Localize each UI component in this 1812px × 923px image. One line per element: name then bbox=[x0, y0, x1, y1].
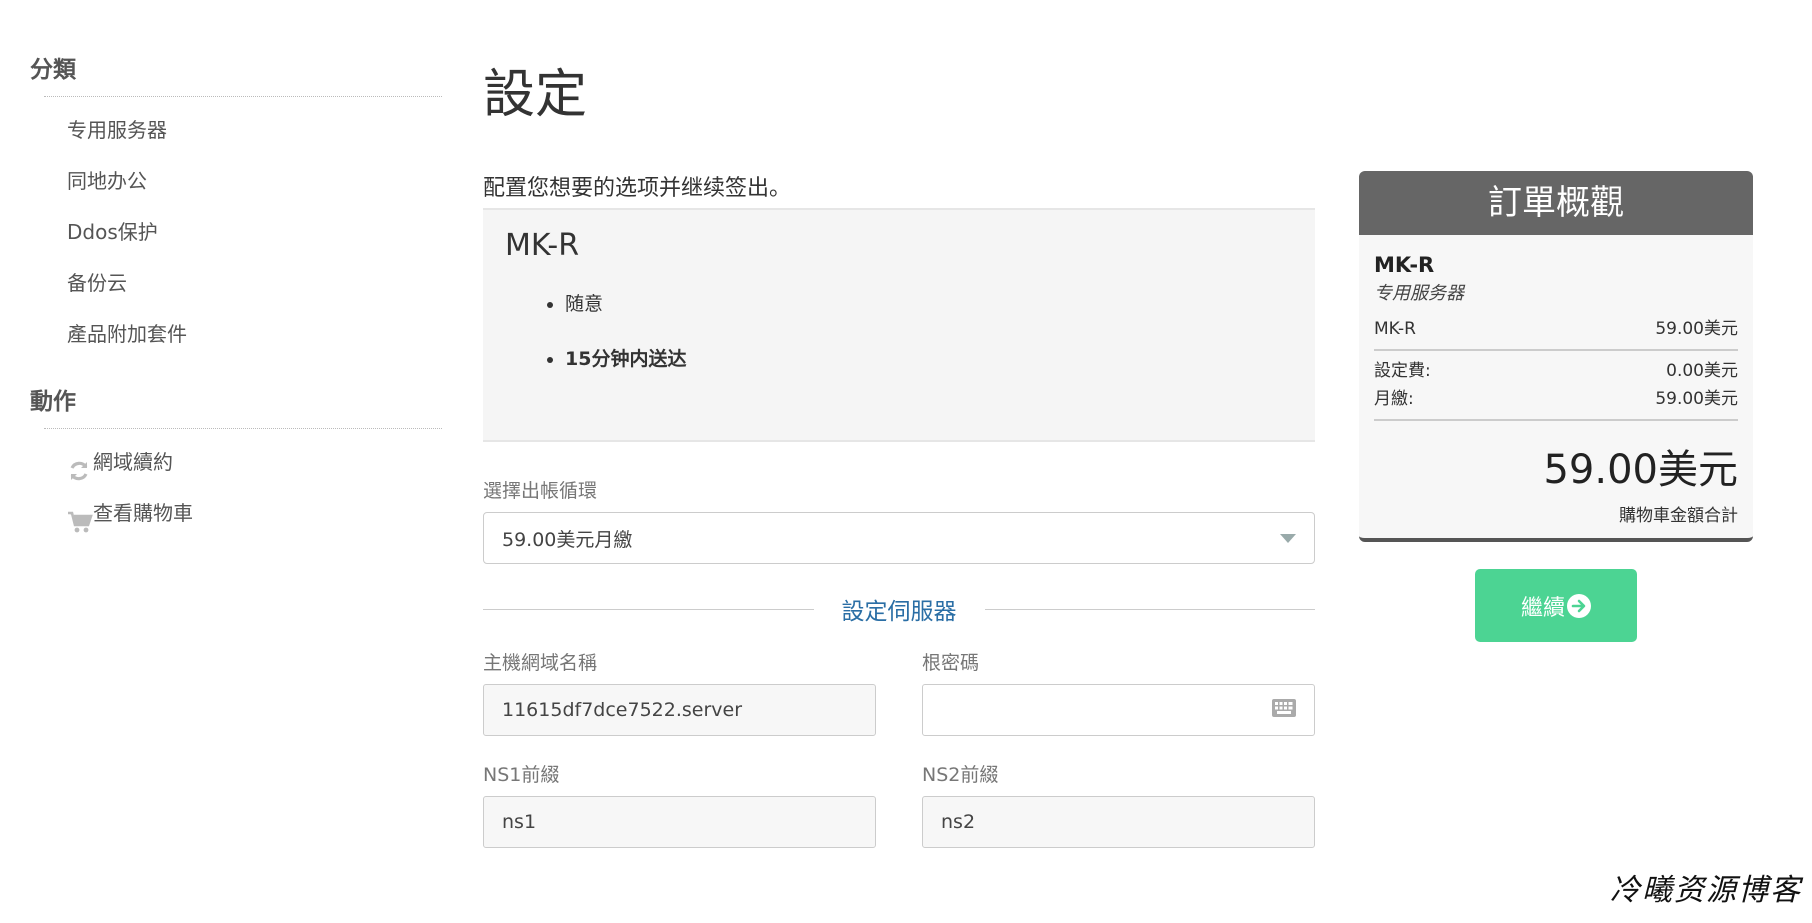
root-password-group: 根密碼 bbox=[922, 648, 1315, 736]
hostname-input[interactable]: 11615df7dce7522.server bbox=[483, 684, 876, 736]
server-config-grid: 主機網域名稱 11615df7dce7522.server 根密碼 NS1前綴 … bbox=[483, 648, 1315, 848]
main-content: 配置您想要的选项并继续签出。 MK-R 随意 15分钟内送达 選擇出帳循環 59… bbox=[483, 170, 1315, 848]
continue-button[interactable]: 繼續 bbox=[1475, 569, 1637, 642]
continue-label: 繼續 bbox=[1520, 595, 1565, 621]
intro-text: 配置您想要的选项并继续签出。 bbox=[483, 176, 792, 201]
sidebar-item-backup-cloud[interactable]: 备份云 bbox=[30, 258, 450, 309]
billing-cycle-select[interactable]: 59.00美元月繳 bbox=[483, 512, 1315, 564]
root-password-input[interactable] bbox=[922, 684, 1315, 736]
summary-monthly: 月繳: 59.00美元 bbox=[1374, 385, 1738, 413]
divider-line bbox=[984, 608, 1315, 610]
root-password-label: 根密碼 bbox=[922, 652, 980, 674]
categories-heading: 分類 bbox=[30, 57, 76, 83]
order-summary-body: MK-R 专用服务器 MK-R 59.00美元 設定費: 0.00美元 月繳: … bbox=[1359, 235, 1753, 538]
divider bbox=[1374, 349, 1738, 351]
chevron-down-icon bbox=[1280, 533, 1296, 543]
product-info-box: MK-R 随意 15分钟内送达 bbox=[483, 208, 1315, 442]
sidebar-item-label: 备份云 bbox=[67, 271, 127, 295]
refresh-icon bbox=[67, 451, 91, 480]
monthly-value: 59.00美元 bbox=[1655, 389, 1738, 409]
product-name: MK-R bbox=[505, 228, 580, 263]
summary-total: 59.00美元 bbox=[1543, 447, 1738, 493]
ns2-value: ns2 bbox=[941, 811, 976, 833]
ns1-input[interactable]: ns1 bbox=[483, 796, 876, 848]
actions-section: 動作 網域續約 查看購物車 bbox=[30, 382, 450, 539]
summary-product-group: 专用服务器 bbox=[1374, 283, 1464, 304]
sidebar-item-colocation[interactable]: 同地办公 bbox=[30, 156, 450, 207]
ns2-group: NS2前綴 ns2 bbox=[922, 760, 1315, 848]
actions-list: 網域續約 查看購物車 bbox=[30, 437, 450, 539]
summary-line-item: MK-R 59.00美元 bbox=[1374, 315, 1738, 343]
sidebar-item-view-cart[interactable]: 查看購物車 bbox=[30, 488, 450, 539]
setup-fee-value: 0.00美元 bbox=[1666, 361, 1738, 381]
setup-fee-label: 設定費: bbox=[1374, 361, 1431, 381]
feature-list: 随意 15分钟内送达 bbox=[505, 289, 1293, 371]
divider bbox=[1374, 419, 1738, 421]
order-summary: 訂單概觀 MK-R 专用服务器 MK-R 59.00美元 設定費: 0.00美元… bbox=[1359, 171, 1753, 542]
divider bbox=[44, 96, 442, 97]
order-summary-title: 訂單概觀 bbox=[1359, 171, 1753, 235]
line-item-price: 59.00美元 bbox=[1655, 319, 1738, 339]
hostname-label: 主機網域名稱 bbox=[483, 652, 598, 674]
hostname-group: 主機網域名稱 11615df7dce7522.server bbox=[483, 648, 876, 736]
page-title: 設定 bbox=[483, 65, 588, 125]
ns1-value: ns1 bbox=[502, 811, 537, 833]
categories-list: 专用服务器 同地办公 Ddos保护 备份云 產品附加套件 bbox=[30, 105, 450, 360]
hostname-value: 11615df7dce7522.server bbox=[502, 699, 743, 721]
sidebar-item-label: 網域續約 bbox=[93, 450, 173, 474]
divider bbox=[44, 428, 442, 429]
sidebar: 分類 专用服务器 同地办公 Ddos保护 备份云 產品附加套件 動作 網域續約 … bbox=[30, 50, 450, 539]
sidebar-item-domain-renewal[interactable]: 網域續約 bbox=[30, 437, 450, 488]
sidebar-item-label: 同地办公 bbox=[67, 169, 147, 193]
watermark: 冷曦资源博客 bbox=[1610, 873, 1802, 908]
sidebar-item-addons[interactable]: 產品附加套件 bbox=[30, 309, 450, 360]
feature-item: 15分钟内送达 bbox=[565, 344, 1293, 371]
cart-icon bbox=[67, 502, 93, 532]
summary-total-label: 購物車金額合計 bbox=[1619, 506, 1738, 526]
sidebar-item-label: 產品附加套件 bbox=[67, 322, 187, 346]
ns1-group: NS1前綴 ns1 bbox=[483, 760, 876, 848]
sidebar-item-ddos[interactable]: Ddos保护 bbox=[30, 207, 450, 258]
summary-product-name: MK-R bbox=[1374, 253, 1435, 277]
server-config-divider: 設定伺服器 bbox=[483, 594, 1315, 625]
ns2-input[interactable]: ns2 bbox=[922, 796, 1315, 848]
ns2-label: NS2前綴 bbox=[922, 764, 999, 786]
actions-heading: 動作 bbox=[30, 389, 76, 415]
server-config-title: 設定伺服器 bbox=[841, 599, 957, 625]
sidebar-item-label: 专用服务器 bbox=[67, 118, 167, 142]
sidebar-item-dedicated-servers[interactable]: 专用服务器 bbox=[30, 105, 450, 156]
monthly-label: 月繳: bbox=[1374, 389, 1414, 409]
sidebar-item-label: 查看購物車 bbox=[93, 501, 193, 525]
billing-cycle-label: 選擇出帳循環 bbox=[483, 480, 598, 502]
keyboard-icon[interactable] bbox=[1272, 698, 1296, 722]
divider-line bbox=[483, 608, 814, 610]
arrow-right-icon bbox=[1567, 593, 1591, 618]
line-item-label: MK-R bbox=[1374, 319, 1416, 339]
order-summary-box: 訂單概觀 MK-R 专用服务器 MK-R 59.00美元 設定費: 0.00美元… bbox=[1359, 171, 1753, 542]
summary-setup-fee: 設定費: 0.00美元 bbox=[1374, 357, 1738, 385]
sidebar-item-label: Ddos保护 bbox=[67, 220, 158, 244]
feature-item: 随意 bbox=[565, 289, 1293, 316]
ns1-label: NS1前綴 bbox=[483, 764, 560, 786]
billing-cycle-value: 59.00美元月繳 bbox=[502, 528, 633, 551]
